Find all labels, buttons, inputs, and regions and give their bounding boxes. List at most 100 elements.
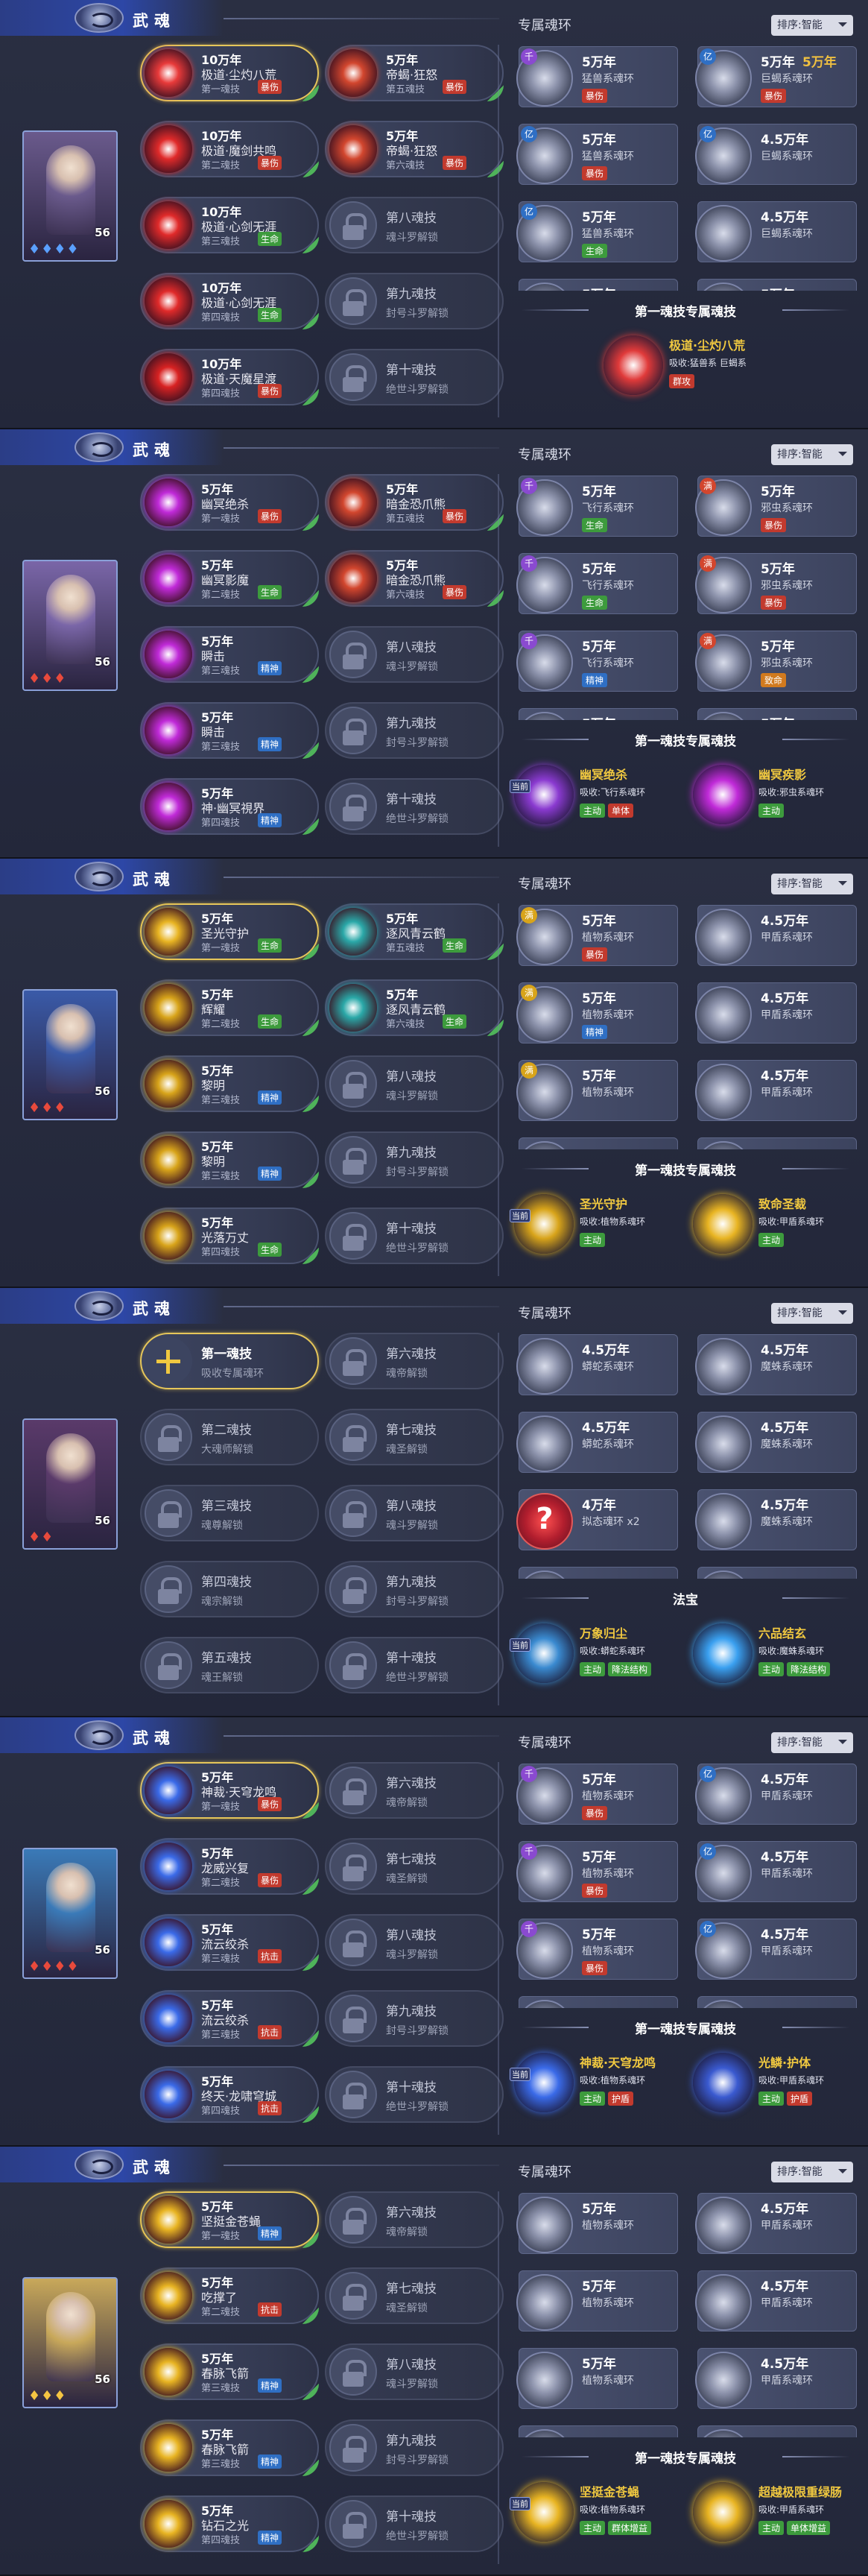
sort-dropdown[interactable]: 排序:智能: [771, 874, 853, 894]
soul-ring-card[interactable]: 满 5万年 邪虫系魂环 致命: [695, 631, 857, 692]
soul-ring-card[interactable]: 4.5万年 魔蛛系魂环: [695, 1489, 857, 1550]
soul-ring-card[interactable]: 4.5万年 甲盾系魂环: [695, 2193, 857, 2254]
sort-dropdown[interactable]: 排序:智能: [771, 1732, 853, 1753]
soul-skill-slot[interactable]: 5万年 春脉飞箭 第三魂技 精神: [140, 2343, 319, 2400]
soul-ring-card[interactable]: 千 5万年 植物系魂环 暴伤: [516, 1764, 678, 1825]
rings-list[interactable]: 千 5万年 植物系魂环 暴伤亿 4.5万年 甲盾系魂环千 5万年 植物系魂环 暴伤亿 4.5万年甲…: [514, 1762, 857, 2008]
soul-ring-card[interactable]: [695, 1996, 857, 2008]
soul-ring-card[interactable]: 4.5万年 甲盾系魂环: [695, 982, 857, 1044]
soul-skill-slot[interactable]: 第二魂技 大魂师解锁: [140, 1409, 319, 1465]
soul-skill-slot[interactable]: 第六魂技 魂帝解锁: [325, 1762, 504, 1819]
exclusive-skill[interactable]: 致命圣裁 吸收:甲盾系魂环 主动: [693, 1190, 857, 1257]
soul-ring-card[interactable]: 千 5万年 猛兽系魂环 暴伤: [516, 46, 678, 107]
sort-dropdown[interactable]: 排序:智能: [771, 15, 853, 36]
soul-skill-slot[interactable]: 5万年 逐风青云鹤 第五魂技 生命: [325, 903, 504, 960]
soul-skill-slot[interactable]: 第九魂技 封号斗罗解锁: [325, 273, 504, 329]
soul-skill-slot[interactable]: 第九魂技 封号斗罗解锁: [325, 702, 504, 759]
exclusive-skill[interactable]: 当前 幽冥绝杀 吸收:飞行系魂环 主动 单体: [510, 760, 678, 827]
soul-ring-card[interactable]: 5万年: [516, 708, 678, 720]
soul-skill-slot[interactable]: 5万年 逐风青云鹤 第六魂技 生命: [325, 979, 504, 1036]
soul-skill-slot[interactable]: 第六魂技 魂帝解锁: [325, 2191, 504, 2248]
soul-ring-card[interactable]: 4.5万年 蟒蛇系魂环: [516, 1334, 678, 1395]
soul-skill-slot[interactable]: 第一魂技 吸收专属魂环: [140, 1333, 319, 1389]
soul-skill-slot[interactable]: 第十魂技 绝世斗罗解锁: [325, 1208, 504, 1264]
soul-skill-slot[interactable]: 5万年 黎明 第三魂技 精神: [140, 1055, 319, 1112]
soul-ring-card[interactable]: 满 5万年 植物系魂环 暴伤: [516, 905, 678, 966]
soul-skill-slot[interactable]: 第八魂技 魂斗罗解锁: [325, 1485, 504, 1541]
exclusive-skill[interactable]: 光鳞·护体 吸收:甲盾系魂环 主动 护盾: [693, 2048, 857, 2115]
character-avatar[interactable]: 56 ♦♦♦♦: [22, 1848, 118, 1979]
exclusive-skill[interactable]: 极道·尘灼八荒 吸收:猛兽系 巨蝎系 群攻: [604, 331, 767, 398]
soul-skill-slot[interactable]: 第八魂技 魂斗罗解锁: [325, 1914, 504, 1971]
soul-skill-slot[interactable]: 5万年 幽冥影魔 第二魂技 生命: [140, 550, 319, 607]
soul-ring-card[interactable]: 千 5万年 飞行系魂环 生命: [516, 476, 678, 537]
soul-ring-card[interactable]: 5万年 植物系魂环: [516, 2193, 678, 2254]
soul-skill-slot[interactable]: 第八魂技 魂斗罗解锁: [325, 2343, 504, 2400]
soul-skill-slot[interactable]: 10万年 极道·尘灼八荒 第一魂技 暴伤: [140, 45, 319, 101]
soul-skill-slot[interactable]: 第八魂技 魂斗罗解锁: [325, 1055, 504, 1112]
soul-ring-card[interactable]: 亿 4.5万年 甲盾系魂环: [695, 1841, 857, 1902]
soul-skill-slot[interactable]: 第九魂技 封号斗罗解锁: [325, 2419, 504, 2476]
soul-ring-card[interactable]: 满 5万年 植物系魂环 精神: [516, 982, 678, 1044]
soul-ring-card[interactable]: 4.5万年 甲盾系魂环: [695, 905, 857, 966]
soul-skill-slot[interactable]: 5万年 辉耀 第二魂技 生命: [140, 979, 319, 1036]
soul-skill-slot[interactable]: 第七魂技 魂圣解锁: [325, 2267, 504, 2324]
exclusive-skill[interactable]: 当前 神裁·天穹龙鸣 吸收:植物系魂环 主动 护盾: [510, 2048, 678, 2115]
soul-skill-slot[interactable]: 5万年 流云绞杀 第三魂技 抗击: [140, 1990, 319, 2047]
soul-skill-slot[interactable]: 第九魂技 封号斗罗解锁: [325, 1561, 504, 1617]
soul-skill-slot[interactable]: 5万年 终天·龙啸穹城 第四魂技 抗击: [140, 2066, 319, 2123]
soul-ring-card[interactable]: 4.5万年 甲盾系魂环: [695, 2270, 857, 2332]
soul-ring-card[interactable]: 4.5万年 蟒蛇系魂环: [516, 1412, 678, 1473]
soul-ring-card[interactable]: [516, 2425, 678, 2437]
soul-ring-card[interactable]: 亿 4.5万年 巨蝎系魂环: [695, 124, 857, 185]
soul-ring-card[interactable]: 4.5万年 甲盾系魂环: [695, 1060, 857, 1121]
exclusive-skill[interactable]: 六品结玄 吸收:魔蛛系魂环 主动 降法结构: [693, 1619, 857, 1686]
rings-list[interactable]: 千 5万年 猛兽系魂环 暴伤亿 5万年 5万年 巨蝎系魂环 暴伤亿 5万年 猛兽系魂环 暴伤亿 4.5…: [514, 45, 857, 291]
soul-skill-slot[interactable]: 第十魂技 绝世斗罗解锁: [325, 349, 504, 405]
soul-skill-slot[interactable]: 第十魂技 绝世斗罗解锁: [325, 778, 504, 835]
soul-skill-slot[interactable]: 第六魂技 魂帝解锁: [325, 1333, 504, 1389]
soul-ring-card[interactable]: 满 5万年 植物系魂环: [516, 1060, 678, 1121]
soul-skill-slot[interactable]: 第七魂技 魂圣解锁: [325, 1409, 504, 1465]
soul-ring-card[interactable]: 4.5万年 魔蛛系魂环: [695, 1412, 857, 1473]
character-avatar[interactable]: 56 ♦♦♦: [22, 2277, 118, 2408]
soul-ring-card[interactable]: 亿 4.5万年 甲盾系魂环: [695, 1919, 857, 1980]
soul-ring-card[interactable]: 亿 5万年 猛兽系魂环 生命: [516, 201, 678, 262]
soul-skill-slot[interactable]: 5万年 钻石之光 第四魂技 精神: [140, 2496, 319, 2552]
soul-skill-slot[interactable]: 第八魂技 魂斗罗解锁: [325, 626, 504, 683]
exclusive-skill[interactable]: 超越极限重绿肠 吸收:甲盾系魂环 主动 单体增益: [693, 2478, 857, 2545]
character-avatar[interactable]: 56 ♦♦: [22, 1418, 118, 1550]
character-avatar[interactable]: 56 ♦♦♦: [22, 560, 118, 691]
soul-skill-slot[interactable]: 第七魂技 魂圣解锁: [325, 1838, 504, 1895]
soul-ring-card[interactable]: 千 5万年 植物系魂环 暴伤: [516, 1919, 678, 1980]
soul-ring-card[interactable]: 满 5万年 邪虫系魂环 暴伤: [695, 553, 857, 614]
exclusive-skill[interactable]: 当前 圣光守护 吸收:植物系魂环 主动: [510, 1190, 678, 1257]
soul-ring-card[interactable]: 亿 5万年 5万年 巨蝎系魂环 暴伤: [695, 46, 857, 107]
soul-skill-slot[interactable]: 第四魂技 魂宗解锁: [140, 1561, 319, 1617]
soul-skill-slot[interactable]: 5万年 黎明 第三魂技 精神: [140, 1131, 319, 1188]
character-avatar[interactable]: 56 ♦♦♦♦: [22, 130, 118, 262]
soul-skill-slot[interactable]: 第五魂技 魂王解锁: [140, 1637, 319, 1693]
soul-skill-slot[interactable]: 10万年 极道·天魔星渡 第四魂技 暴伤: [140, 349, 319, 405]
sort-dropdown[interactable]: 排序:智能: [771, 2162, 853, 2182]
soul-ring-card[interactable]: [695, 1567, 857, 1579]
soul-skill-slot[interactable]: 5万年 坚挺金苍蝇 第一魂技 精神: [140, 2191, 319, 2248]
soul-skill-slot[interactable]: 5万年 龙威兴复 第二魂技 暴伤: [140, 1838, 319, 1895]
soul-ring-card[interactable]: 千 5万年 飞行系魂环 生命: [516, 553, 678, 614]
soul-skill-slot[interactable]: 5万年 神·幽冥視界 第四魂技 精神: [140, 778, 319, 835]
soul-skill-slot[interactable]: 第十魂技 绝世斗罗解锁: [325, 2066, 504, 2123]
soul-ring-card[interactable]: 5万年: [695, 708, 857, 720]
soul-skill-slot[interactable]: 10万年 极道·心剑无涯 第四魂技 生命: [140, 273, 319, 329]
soul-ring-card[interactable]: 4.5万年 甲盾系魂环: [695, 2348, 857, 2409]
exclusive-skill[interactable]: 幽冥疾影 吸收:邪虫系魂环 主动: [693, 760, 857, 827]
soul-ring-card[interactable]: 5万年: [516, 279, 678, 291]
soul-skill-slot[interactable]: 第八魂技 魂斗罗解锁: [325, 197, 504, 253]
rings-list[interactable]: 满 5万年 植物系魂环 暴伤 4.5万年 甲盾系魂环满 5万年 植物系魂环 精神 4.5万年 甲盾系…: [514, 903, 857, 1149]
soul-ring-card[interactable]: 5万年 植物系魂环: [516, 2348, 678, 2409]
soul-ring-card[interactable]: 5万年: [695, 279, 857, 291]
exclusive-skill[interactable]: 当前 万象归尘 吸收:蟒蛇系魂环 主动 降法结构: [510, 1619, 678, 1686]
soul-skill-slot[interactable]: 5万年 瞬击 第三魂技 精神: [140, 702, 319, 759]
soul-ring-card[interactable]: 亿 4.5万年 甲盾系魂环: [695, 1764, 857, 1825]
soul-skill-slot[interactable]: 5万年 吃撑了 第二魂技 抗击: [140, 2267, 319, 2324]
sort-dropdown[interactable]: 排序:智能: [771, 444, 853, 465]
